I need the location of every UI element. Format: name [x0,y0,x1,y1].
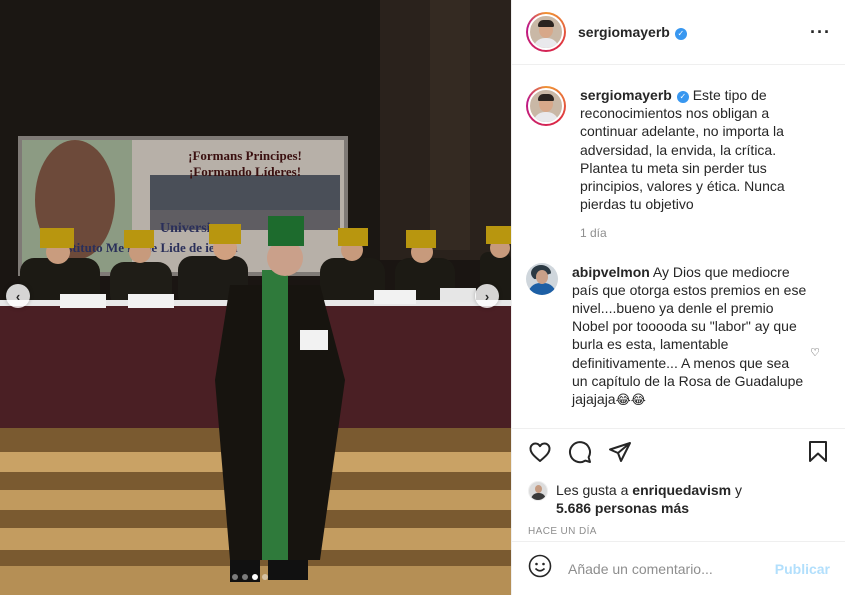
liker-avatar[interactable] [528,481,548,501]
carousel-dot [262,574,268,580]
author-avatar[interactable] [526,12,566,52]
comment-item: abipvelmon Ay Dios que mediocre país que… [512,243,845,410]
add-comment-bar: Publicar [512,541,845,595]
carousel-dot [232,574,238,580]
post-side-panel: sergiomayerb ✓ ··· sergiomayerb ✓ Este tip… [511,0,845,595]
emoji-icon[interactable] [528,554,552,583]
caption-username[interactable]: sergiomayerb [580,87,672,103]
likes-conj: y [731,482,742,498]
next-photo-button[interactable]: › [475,284,499,308]
comment-icon[interactable] [568,440,592,469]
bookmark-icon[interactable] [806,440,830,469]
verified-badge-icon: ✓ [674,28,687,40]
post-actions: Les gusta a enriquedavism y 5.686 person… [512,428,845,537]
liker-username[interactable]: enriquedavism [632,482,731,498]
carousel-dot [242,574,248,580]
likes-prefix: Les gusta a [556,482,633,498]
post-photo[interactable]: ¡Formans Principes! ¡Formando Líderes! U… [0,0,511,595]
comment-input[interactable] [568,560,768,577]
caption-author-avatar[interactable] [526,86,566,126]
caption: sergiomayerb ✓ Este tipo de reconocimient… [512,66,845,243]
publish-comment-button[interactable]: Publicar [775,561,830,577]
commenter-username[interactable]: abipvelmon [572,264,650,280]
post-header: sergiomayerb ✓ ··· [512,0,845,65]
comments-list[interactable]: sergiomayerb ✓ Este tipo de reconocimient… [512,66,845,428]
carousel-dots [232,574,268,580]
heart-icon[interactable] [528,440,552,469]
banner-line-3: Universi [160,221,211,236]
carousel-dot-active [252,574,258,580]
previous-photo-button[interactable]: ‹ [6,284,30,308]
ceremony-photo: ¡Formans Principes! ¡Formando Líderes! U… [0,0,511,595]
banner-line-2: ¡Formando Líderes! [189,164,301,179]
likes-others-count[interactable]: 5.686 personas más [556,500,689,516]
post-time-ago[interactable]: HACE UN DÍA [528,526,830,537]
share-icon[interactable] [608,440,632,469]
author-username[interactable]: sergiomayerb ✓ [578,24,687,40]
comment-text: Ay Dios que mediocre país que otorga est… [572,263,807,408]
more-options-icon[interactable]: ··· [810,22,831,43]
likes-summary: Les gusta a enriquedavism y 5.686 person… [528,481,830,517]
caption-text: Este tipo de reconocimientos nos obligan… [580,87,785,213]
comment-emoji: 😂😂 [615,392,646,408]
verified-badge-icon: ✓ [676,91,689,103]
commenter-avatar[interactable] [526,262,558,295]
comment-like-heart-icon[interactable]: ♡ [810,346,820,359]
caption-time[interactable]: 1 día [580,224,816,242]
author-username-text[interactable]: sergiomayerb [578,24,670,40]
banner-line-1: ¡Formans Principes! [188,148,302,163]
